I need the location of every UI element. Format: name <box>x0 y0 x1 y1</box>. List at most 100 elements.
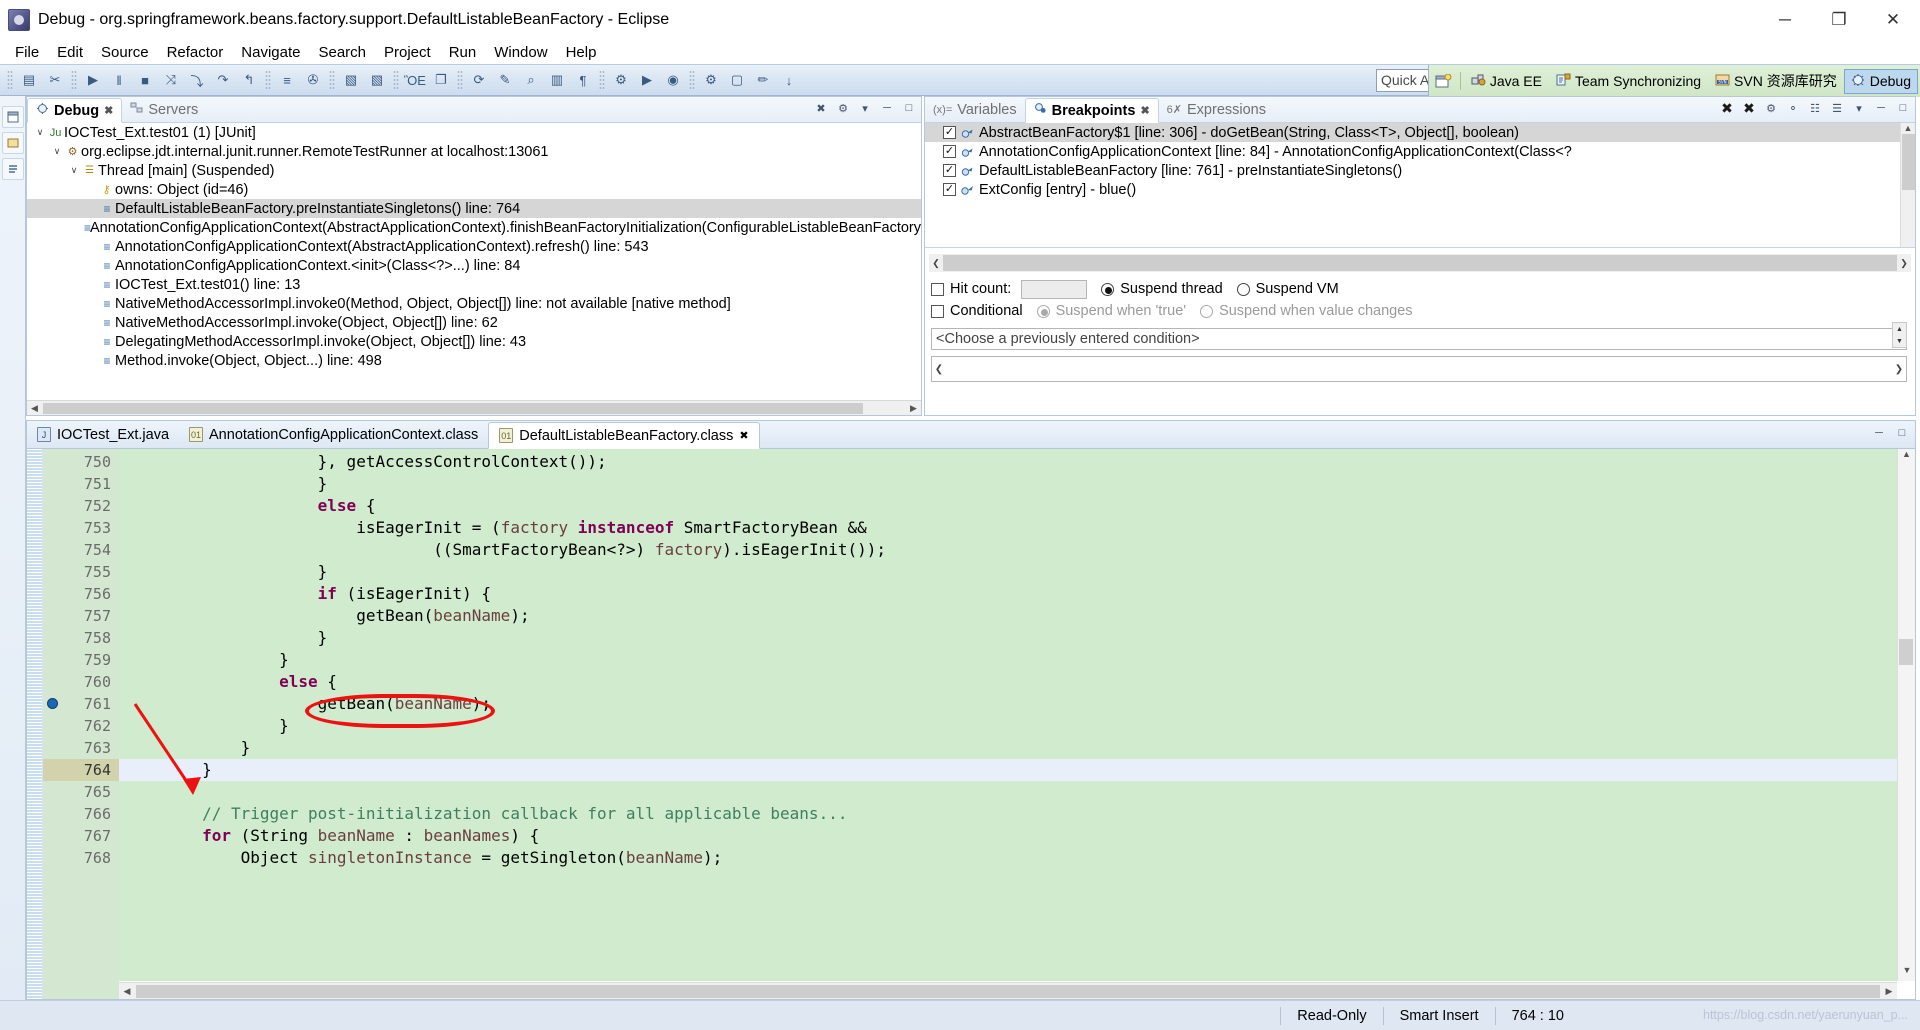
minimize-button[interactable]: ─ <box>1758 0 1812 40</box>
code-line[interactable]: } <box>119 737 1897 759</box>
menu-item-file[interactable]: File <box>6 42 48 63</box>
scroll-right-icon[interactable]: ❯ <box>1897 257 1911 269</box>
toolbar-grip[interactable] <box>265 70 271 90</box>
menu-item-edit[interactable]: Edit <box>48 42 92 63</box>
line-number[interactable]: 764 <box>43 759 119 781</box>
terminate-icon[interactable]: ■ <box>133 68 157 92</box>
debug-stack-tree[interactable]: ∨ Ju IOCTest_Ext.test01 (1) [JUnit] ∨ ⚙ org.e… <box>27 123 921 399</box>
code-line[interactable]: for (String beanName : beanNames) { <box>119 825 1897 847</box>
code-line[interactable]: } <box>119 759 1897 781</box>
code-line[interactable]: getBean(beanName); <box>119 605 1897 627</box>
code-line[interactable]: ((SmartFactoryBean<?>) factory).isEagerI… <box>119 539 1897 561</box>
minimize-icon[interactable]: ─ <box>879 100 895 116</box>
scroll-left-icon[interactable]: ❮ <box>929 258 943 269</box>
code-line[interactable]: else { <box>119 495 1897 517</box>
code-line[interactable]: if (isEagerInit) { <box>119 583 1897 605</box>
toolbar-grip[interactable] <box>7 70 13 90</box>
save-icon[interactable]: ὋE <box>403 68 427 92</box>
maximize-button[interactable]: ❐ <box>1812 0 1866 40</box>
breakpoint-enabled-checkbox[interactable]: ✓ <box>943 164 956 177</box>
line-number[interactable]: 756 <box>43 583 119 605</box>
toggle-mark-occurrences-icon[interactable]: ¶ <box>571 68 595 92</box>
debug-tree-row[interactable]: ≡ IOCTest_Ext.test01() line: 13 <box>27 275 921 294</box>
minimize-icon[interactable]: ─ <box>1871 425 1887 441</box>
debug-tree-row[interactable]: ∨ Ju IOCTest_Ext.test01 (1) [JUnit] <box>27 123 921 142</box>
menu-item-source[interactable]: Source <box>92 42 158 63</box>
scroll-thumb[interactable] <box>943 255 1897 271</box>
line-number[interactable]: 750 <box>43 451 119 473</box>
scroll-right-icon[interactable]: ▶ <box>1881 986 1897 997</box>
line-number[interactable]: 752 <box>43 495 119 517</box>
condition-combo[interactable]: <Choose a previously entered condition> … <box>931 328 1907 350</box>
menu-item-help[interactable]: Help <box>557 42 606 63</box>
close-icon[interactable]: ✖ <box>739 429 748 442</box>
new-java-file-icon[interactable]: ▧ <box>339 68 363 92</box>
external-tools-icon[interactable]: ⚙ <box>699 68 723 92</box>
tab-variables[interactable]: (x)= Variables <box>925 97 1025 122</box>
debug-as-icon[interactable]: ⚙ <box>609 68 633 92</box>
line-number[interactable]: 759 <box>43 649 119 671</box>
scroll-right-icon[interactable]: ▶ <box>906 403 921 414</box>
suspend-when-value-changes-radio[interactable] <box>1200 304 1214 318</box>
close-icon[interactable]: ✖ <box>104 104 113 117</box>
code-line[interactable]: } <box>119 561 1897 583</box>
debug-tree-row[interactable]: ∨ ☰ Thread [main] (Suspended) <box>27 161 921 180</box>
skip-all-breakpoints-icon[interactable]: ⚬ <box>1785 100 1801 116</box>
link-editor-icon[interactable]: ✂ <box>43 68 67 92</box>
highlight-icon[interactable]: ✎ <box>493 68 517 92</box>
scroll-thumb[interactable] <box>136 984 1880 998</box>
tab-servers[interactable]: Servers <box>122 97 206 122</box>
step-over-icon[interactable]: ↷ <box>211 68 235 92</box>
toolbar-grip[interactable] <box>393 70 399 90</box>
suspend-thread-radio[interactable] <box>1101 282 1115 296</box>
link-icon[interactable]: ⚙ <box>835 100 851 116</box>
code-line[interactable] <box>119 781 1897 803</box>
open-perspective-icon[interactable]: ▢ <box>725 68 749 92</box>
step-into-icon[interactable]: ⤵ <box>185 68 209 92</box>
view-menu-icon[interactable]: ▾ <box>857 100 873 116</box>
spinner-up-icon[interactable]: ▲ <box>1893 323 1906 335</box>
toolbar-grip[interactable] <box>599 70 605 90</box>
debug-tree-row[interactable]: ≡ NativeMethodAccessorImpl.invoke0(Method… <box>27 294 921 313</box>
debug-tree-row[interactable]: ≡ DefaultListableBeanFactory.preInstantia… <box>27 199 921 218</box>
open-type-icon[interactable]: ▥ <box>545 68 569 92</box>
toolbar-grip[interactable] <box>457 70 463 90</box>
chevron-down-icon[interactable]: ∨ <box>33 127 47 138</box>
run-as-icon[interactable]: ▶ <box>635 68 659 92</box>
save-all-icon[interactable]: ❐ <box>429 68 453 92</box>
chevron-down-icon[interactable]: ∨ <box>50 146 64 157</box>
perspective-debug[interactable]: Debug <box>1843 68 1918 94</box>
line-number[interactable]: 758 <box>43 627 119 649</box>
line-number[interactable]: 767 <box>43 825 119 847</box>
code-line[interactable]: } <box>119 715 1897 737</box>
scroll-thumb[interactable] <box>1899 639 1913 665</box>
debug-tree-row[interactable]: ≡ Method.invoke(Object, Object...) line: … <box>27 351 921 370</box>
view-menu-icon[interactable]: ▾ <box>1851 100 1867 116</box>
line-number[interactable]: 762 <box>43 715 119 737</box>
code-line[interactable]: getBean(beanName); <box>119 693 1897 715</box>
line-number[interactable]: 766 <box>43 803 119 825</box>
new-wizard-icon[interactable]: ▤ <box>17 68 41 92</box>
line-number[interactable]: 755 <box>43 561 119 583</box>
breakpoint-row[interactable]: ✓ ExtConfig [entry] - blue() <box>925 180 1915 199</box>
code-line[interactable]: // Trigger post-initialization callback … <box>119 803 1897 825</box>
breakpoints-vscrollbar[interactable]: ▲ <box>1900 123 1915 247</box>
chevron-down-icon[interactable]: ∨ <box>67 165 81 176</box>
link-with-debug-view-icon[interactable]: ⚙ <box>1763 100 1779 116</box>
breakpoint-enabled-checkbox[interactable]: ✓ <box>943 183 956 196</box>
editor-vscrollbar[interactable]: ▲ ▼ <box>1897 449 1915 981</box>
code-line[interactable]: else { <box>119 671 1897 693</box>
toolbar-grip[interactable] <box>329 70 335 90</box>
tab-debug[interactable]: Debug ✖ <box>27 98 123 123</box>
toolbar-grip[interactable] <box>71 70 77 90</box>
line-number[interactable]: 761 <box>43 693 119 715</box>
scroll-down-icon[interactable]: ▼ <box>1898 965 1915 981</box>
scroll-left-icon[interactable]: ◀ <box>27 403 42 414</box>
perspective-java-ee[interactable]: Java EE <box>1464 69 1549 94</box>
code-line[interactable]: isEagerInit = (factory instanceof SmartF… <box>119 517 1897 539</box>
editor-tab-ioctest-ext-java[interactable]: J IOCTest_Ext.java <box>27 421 179 448</box>
coverage-as-icon[interactable]: ◉ <box>661 68 685 92</box>
use-step-filters-icon[interactable]: ✇ <box>301 68 325 92</box>
close-icon[interactable]: ✖ <box>1140 104 1149 117</box>
editor-tab-defaultlistablebeanfactory-class[interactable]: 01 DefaultListableBeanFactory.class ✖ <box>488 422 760 449</box>
